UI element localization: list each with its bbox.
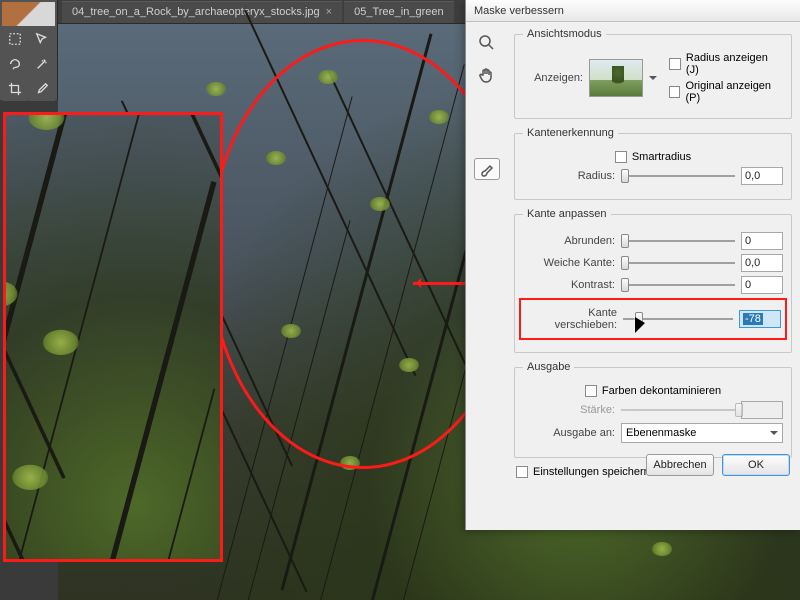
tab-label: 04_tree_on_a_Rock_by_archaeopteryx_stock… bbox=[72, 6, 320, 18]
amount-value bbox=[741, 401, 783, 419]
checkbox-icon bbox=[669, 86, 680, 98]
refine-mask-dialog: Maske verbessern Ansichtsmodus Anzeigen:… bbox=[465, 0, 800, 530]
lasso-tool[interactable] bbox=[2, 52, 28, 76]
smart-radius-checkbox[interactable]: Smartradius bbox=[615, 151, 691, 163]
group-legend: Kante anpassen bbox=[523, 208, 611, 220]
chevron-down-icon bbox=[770, 431, 778, 439]
tab-label: 05_Tree_in_green bbox=[354, 6, 444, 18]
contrast-label: Kontrast: bbox=[523, 279, 615, 291]
checkbox-label: Original anzeigen (P) bbox=[685, 80, 783, 104]
smooth-slider[interactable] bbox=[621, 233, 735, 249]
dialog-title: Maske verbessern bbox=[466, 0, 800, 22]
group-adjust-edge: Kante anpassen Abrunden: 0 Weiche Kante:… bbox=[514, 208, 792, 353]
contrast-slider[interactable] bbox=[621, 277, 735, 293]
color-swatch-icon[interactable] bbox=[2, 2, 55, 26]
cancel-button[interactable]: Abbrechen bbox=[646, 454, 714, 476]
marquee-tool[interactable] bbox=[2, 27, 28, 51]
group-edge-detection: Kantenerkennung Smartradius Radius: 0,0 bbox=[514, 127, 792, 200]
checkbox-icon bbox=[669, 58, 681, 70]
checkbox-icon bbox=[615, 151, 627, 163]
group-legend: Ansichtsmodus bbox=[523, 28, 606, 40]
checkbox-label: Farben dekontaminieren bbox=[602, 385, 721, 397]
close-icon[interactable]: × bbox=[326, 6, 332, 18]
output-to-combo[interactable]: Ebenenmaske bbox=[621, 423, 783, 443]
annotation-highlight: Kante verschieben: -78 bbox=[519, 298, 787, 340]
chevron-down-icon[interactable] bbox=[649, 76, 657, 84]
move-tool[interactable] bbox=[29, 27, 55, 51]
checkbox-label: Einstellungen speichern bbox=[533, 466, 650, 478]
shift-edge-slider[interactable] bbox=[623, 311, 733, 327]
checkbox-icon bbox=[516, 466, 528, 478]
eyedropper-tool[interactable] bbox=[29, 77, 55, 101]
smooth-label: Abrunden: bbox=[523, 235, 615, 247]
feather-slider[interactable] bbox=[621, 255, 735, 271]
shift-edge-label: Kante verschieben: bbox=[525, 307, 617, 331]
checkbox-label: Radius anzeigen (J) bbox=[686, 52, 783, 76]
radius-slider[interactable] bbox=[621, 168, 735, 184]
output-to-label: Ausgabe an: bbox=[523, 427, 615, 439]
document-tab[interactable]: 05_Tree_in_green bbox=[344, 1, 454, 23]
amount-slider bbox=[621, 402, 735, 418]
group-legend: Ausgabe bbox=[523, 361, 574, 373]
toolbox bbox=[0, 0, 58, 100]
hand-icon[interactable] bbox=[474, 64, 500, 86]
combo-value: Ebenenmaske bbox=[626, 427, 696, 439]
shift-edge-value[interactable]: -78 bbox=[739, 310, 781, 328]
ok-button[interactable]: OK bbox=[722, 454, 790, 476]
amount-label: Stärke: bbox=[523, 404, 615, 416]
refine-brush-icon[interactable] bbox=[474, 158, 500, 180]
radius-value[interactable]: 0,0 bbox=[741, 167, 783, 185]
smooth-value[interactable]: 0 bbox=[741, 232, 783, 250]
feather-value[interactable]: 0,0 bbox=[741, 254, 783, 272]
document-tab[interactable]: 04_tree_on_a_Rock_by_archaeopteryx_stock… bbox=[62, 1, 342, 23]
group-output: Ausgabe Farben dekontaminieren Stärke: A… bbox=[514, 361, 792, 458]
show-radius-checkbox[interactable]: Radius anzeigen (J) bbox=[669, 52, 783, 76]
view-preview-thumb[interactable] bbox=[589, 59, 643, 97]
show-original-checkbox[interactable]: Original anzeigen (P) bbox=[669, 80, 783, 104]
contrast-value[interactable]: 0 bbox=[741, 276, 783, 294]
feather-label: Weiche Kante: bbox=[523, 257, 615, 269]
group-view-mode: Ansichtsmodus Anzeigen: Radius anzeigen … bbox=[514, 28, 792, 119]
checkbox-label: Smartradius bbox=[632, 151, 691, 163]
zoom-icon[interactable] bbox=[474, 32, 500, 54]
group-legend: Kantenerkennung bbox=[523, 127, 618, 139]
crop-tool[interactable] bbox=[2, 77, 28, 101]
annotation-inset bbox=[3, 112, 223, 562]
magic-wand-tool[interactable] bbox=[29, 52, 55, 76]
decontaminate-checkbox[interactable]: Farben dekontaminieren bbox=[585, 385, 721, 397]
show-label: Anzeigen: bbox=[523, 72, 583, 84]
checkbox-icon bbox=[585, 385, 597, 397]
radius-label: Radius: bbox=[523, 170, 615, 182]
